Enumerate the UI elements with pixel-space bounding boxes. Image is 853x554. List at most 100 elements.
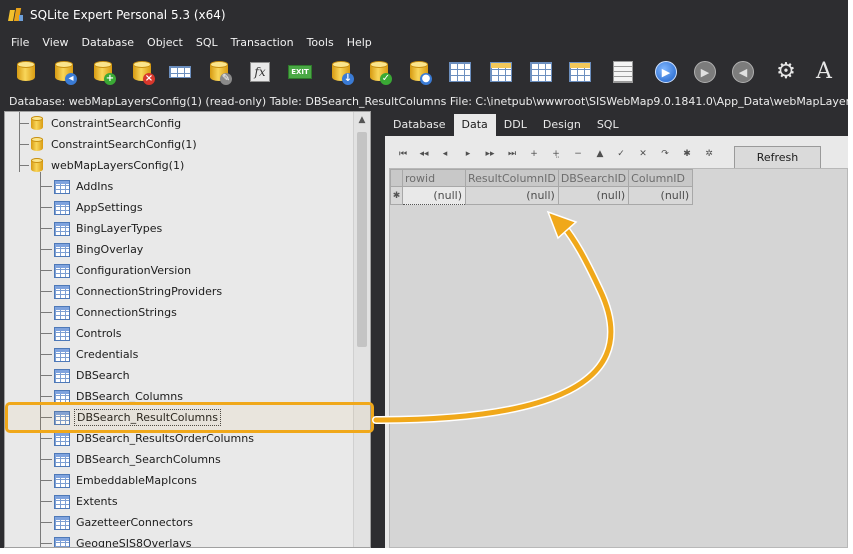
delete-record-button[interactable]: − [570, 146, 586, 162]
scrollbar-thumb[interactable] [357, 132, 367, 347]
settings-gear-icon: ⚙ [776, 59, 796, 84]
tree-database-item[interactable]: webMapLayersConfig(1) [19, 155, 186, 176]
grid-cell[interactable]: (null) [402, 186, 466, 205]
tree-table-item[interactable]: ConnectionStrings [40, 302, 179, 323]
last-record-button[interactable]: ⏭ [504, 146, 520, 162]
table-icon [54, 263, 70, 278]
data-grid[interactable]: rowid ResultColumnID DBSearchID ColumnID… [389, 168, 848, 548]
execute-button[interactable]: ▶ [652, 58, 680, 86]
grid-cell[interactable]: (null) [557, 186, 630, 205]
vacuum-database-button[interactable]: ✓ [365, 58, 393, 86]
design-table-button[interactable] [566, 58, 594, 86]
post-edit-button[interactable]: ✓ [613, 146, 629, 162]
new-table-button[interactable] [487, 58, 515, 86]
detach-database-icon: × [133, 61, 155, 85]
tree-table-label: BingOverlay [76, 243, 144, 256]
menu-object[interactable]: Object [145, 35, 185, 50]
grid-cell[interactable]: (null) [628, 186, 694, 205]
stop-button[interactable]: ◀ [729, 58, 757, 86]
design-table-icon [569, 62, 591, 82]
report-icon [613, 61, 633, 83]
font-button[interactable]: A [810, 58, 838, 86]
tree-table-item[interactable]: EmbeddableMapIcons [40, 470, 199, 491]
menu-sql[interactable]: SQL [194, 35, 220, 50]
column-header[interactable]: rowid [402, 169, 466, 187]
database-tree-panel[interactable]: ConstraintSearchConfig ConstraintSearchC… [4, 111, 371, 548]
tree-table-item[interactable]: Credentials [40, 344, 140, 365]
insert-record-button[interactable]: + [526, 146, 542, 162]
menu-transaction[interactable]: Transaction [229, 35, 296, 50]
set-bookmark-button[interactable]: ✱ [679, 146, 695, 162]
tree-table-item[interactable]: AddIns [40, 176, 115, 197]
tree-table-item[interactable]: AppSettings [40, 197, 145, 218]
table-row[interactable]: ✱ (null) (null) (null) (null) [390, 186, 694, 205]
report-button[interactable] [609, 58, 637, 86]
refresh-button[interactable]: Refresh [734, 146, 821, 169]
prior-record-button[interactable]: ◂ [437, 146, 453, 162]
menu-tools[interactable]: Tools [305, 35, 336, 50]
export-database-icon: ↓ [332, 61, 354, 85]
tab-design[interactable]: Design [535, 114, 589, 136]
tree-scrollbar[interactable]: ▲ [353, 112, 370, 547]
goto-bookmark-button[interactable]: ✲ [701, 146, 717, 162]
tree-table-item[interactable]: Extents [40, 491, 120, 512]
tree-database-item[interactable]: ConstraintSearchConfig [19, 113, 183, 134]
tab-sql[interactable]: SQL [589, 114, 627, 136]
table-icon [54, 368, 70, 383]
first-record-button[interactable]: ⏮ [395, 146, 411, 162]
tree-table-item[interactable]: BingOverlay [40, 239, 145, 260]
menu-database[interactable]: Database [80, 35, 137, 50]
query-builder-button[interactable] [446, 58, 474, 86]
data-tab-content: ⏮ ◂◂ ◂ ▸ ▸▸ ⏭ + +̤ − ▲ ✓ ✕ ↷ ✱ ✲ Refresh… [385, 136, 848, 548]
column-header[interactable]: ColumnID [628, 169, 694, 187]
exit-button[interactable]: EXIT [286, 58, 314, 86]
database-properties-button[interactable] [166, 58, 194, 86]
next-record-button[interactable]: ▸ [460, 146, 476, 162]
menu-file[interactable]: File [9, 35, 31, 50]
database-user-icon: ● [410, 61, 432, 85]
tab-database[interactable]: Database [385, 114, 454, 136]
tree-table-item[interactable]: ConfigurationVersion [40, 260, 193, 281]
grid-cell[interactable]: (null) [465, 186, 559, 205]
menu-view[interactable]: View [40, 35, 70, 50]
sql-function-button[interactable]: fx [246, 58, 274, 86]
window-title: SQLite Expert Personal 5.3 (x64) [30, 8, 226, 22]
vacuum-database-icon: ✓ [370, 61, 392, 85]
row-indicator-header [390, 169, 403, 187]
column-header[interactable]: ResultColumnID [465, 169, 559, 187]
step-button[interactable]: ▶ [691, 58, 719, 86]
detach-database-button[interactable]: × [128, 58, 156, 86]
edit-table-button[interactable] [527, 58, 555, 86]
menu-bar: File View Database Object SQL Transactio… [0, 32, 848, 52]
tree-table-item[interactable]: BingLayerTypes [40, 218, 164, 239]
attach-database-button[interactable]: + [89, 58, 117, 86]
tab-data[interactable]: Data [453, 114, 496, 136]
open-database-button[interactable]: ◂ [50, 58, 78, 86]
table-icon [54, 431, 70, 446]
menu-help[interactable]: Help [345, 35, 374, 50]
tree-database-item[interactable]: ConstraintSearchConfig(1) [19, 134, 199, 155]
database-user-button[interactable]: ● [405, 58, 433, 86]
export-database-button[interactable]: ↓ [327, 58, 355, 86]
edit-record-button[interactable]: ▲ [592, 146, 608, 162]
append-record-button[interactable]: +̤ [548, 146, 564, 162]
edit-database-icon: ✎ [210, 61, 232, 85]
tree-table-item[interactable]: DBSearch_SearchColumns [40, 449, 223, 470]
scroll-up-arrow-icon[interactable]: ▲ [354, 112, 370, 128]
edit-database-button[interactable]: ✎ [205, 58, 233, 86]
settings-button[interactable]: ⚙ [772, 58, 800, 86]
prior-page-button[interactable]: ◂◂ [416, 146, 432, 162]
tree-table-item[interactable]: ConnectionStringProviders [40, 281, 224, 302]
tree-table-item[interactable]: DBSearch [40, 365, 132, 386]
table-icon [54, 305, 70, 320]
tree-table-item[interactable]: GeogneSIS8Overlays [40, 533, 193, 547]
refresh-records-button[interactable]: ↷ [657, 146, 673, 162]
new-database-button[interactable] [12, 58, 40, 86]
next-page-button[interactable]: ▸▸ [482, 146, 498, 162]
tree-table-item[interactable]: GazetteerConnectors [40, 512, 195, 533]
cancel-edit-button[interactable]: ✕ [635, 146, 651, 162]
tab-ddl[interactable]: DDL [496, 114, 535, 136]
tree-table-item[interactable]: Controls [40, 323, 124, 344]
column-header[interactable]: DBSearchID [557, 169, 630, 187]
open-database-icon: ◂ [55, 61, 77, 85]
